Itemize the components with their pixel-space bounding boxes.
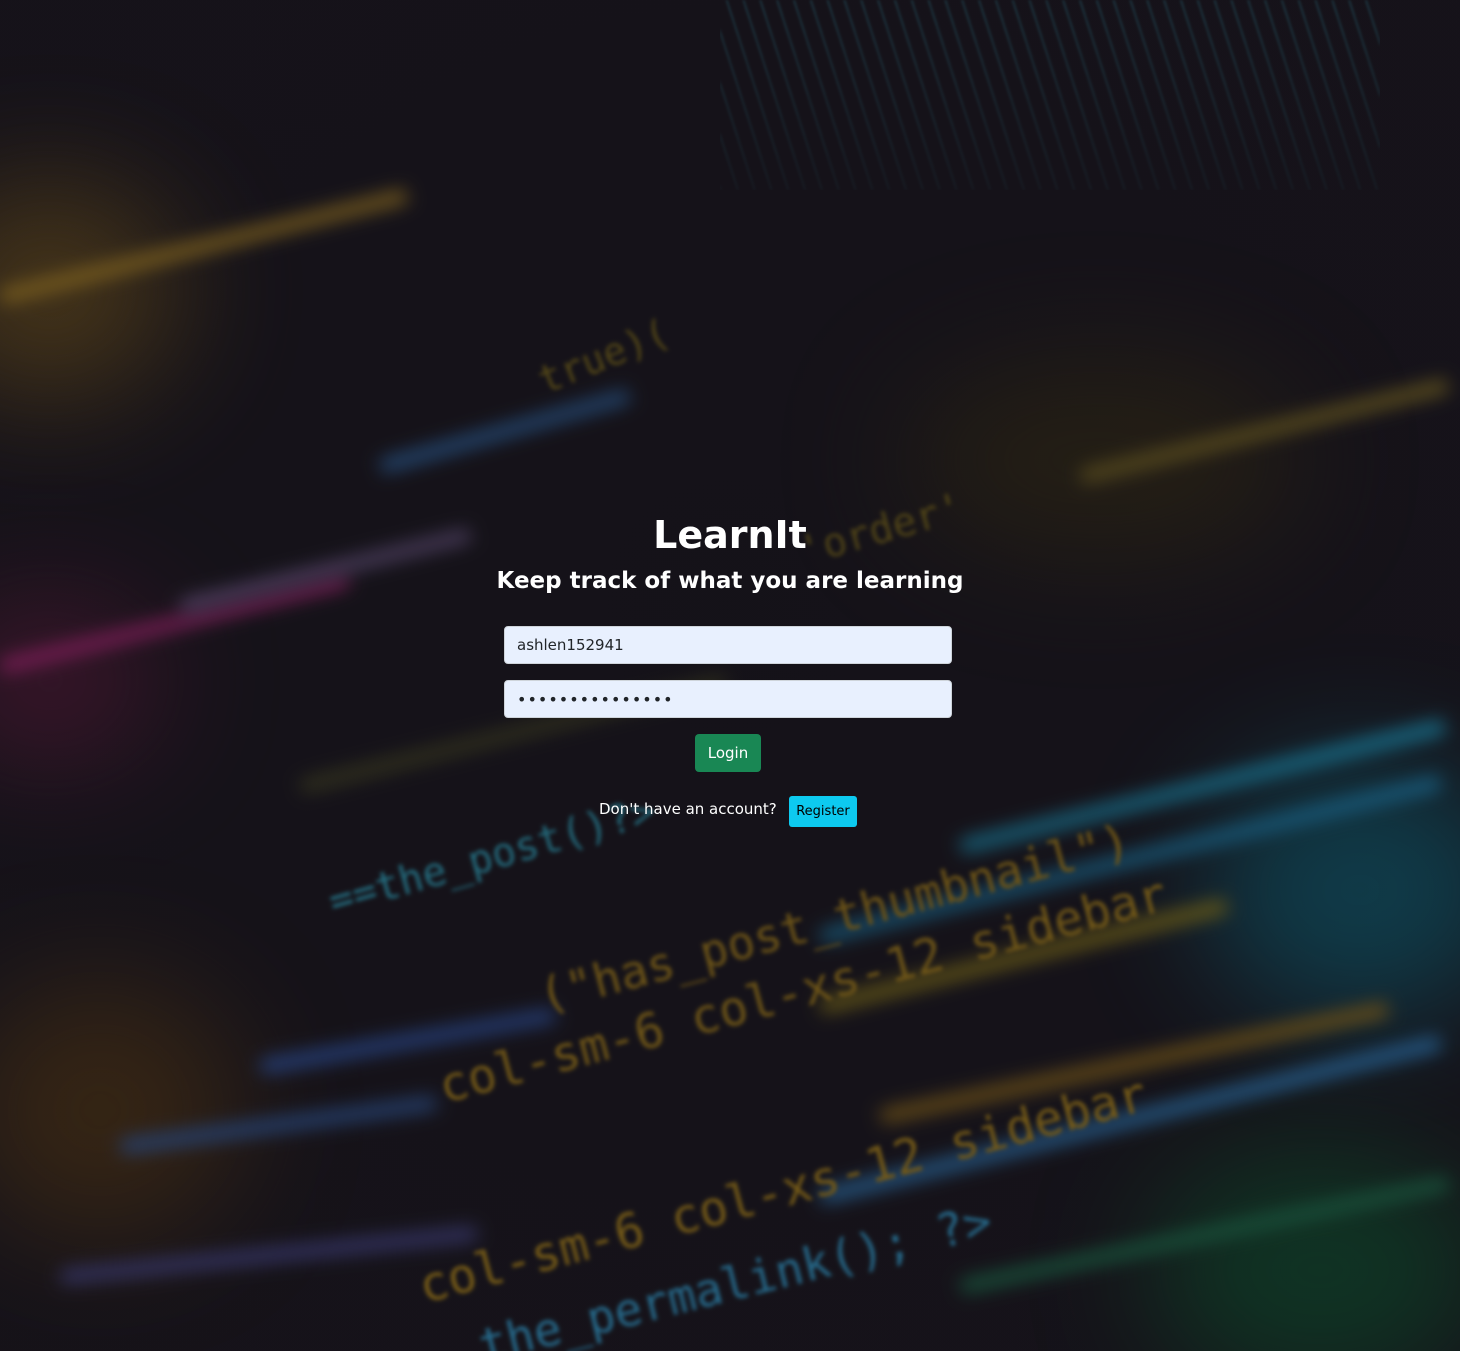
- register-prompt-row: Don't have an account? Register: [0, 796, 1460, 827]
- register-button[interactable]: Register: [789, 796, 857, 827]
- login-form: Login: [504, 626, 952, 772]
- register-prompt-text: Don't have an account?: [599, 800, 777, 818]
- app-title: LearnIt: [653, 513, 807, 557]
- app-tagline: Keep track of what you are learning: [496, 568, 964, 594]
- login-button[interactable]: Login: [695, 734, 761, 772]
- username-input[interactable]: [504, 626, 952, 664]
- password-input[interactable]: [504, 680, 952, 718]
- login-panel: LearnIt Keep track of what you are learn…: [0, 0, 1460, 1351]
- landing-page: true)( 'order' ==the_post()?> ("has_post…: [0, 0, 1460, 1351]
